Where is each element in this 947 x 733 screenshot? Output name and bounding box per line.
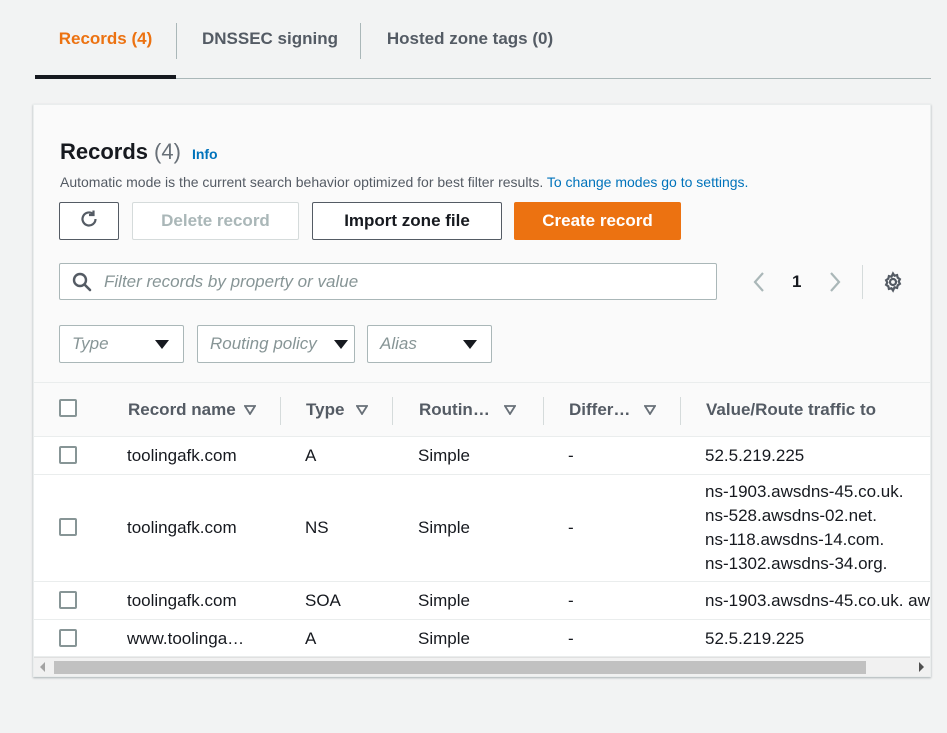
- table-row[interactable]: toolingafk.com SOA Simple - ns-1903.awsd…: [34, 582, 930, 620]
- page-number[interactable]: 1: [792, 271, 801, 293]
- column-divider: [543, 397, 544, 425]
- column-label: Record name: [128, 400, 236, 419]
- caret-down-icon: [463, 340, 477, 349]
- value-cell: 52.5.219.225: [705, 629, 805, 648]
- value-line: ns-1302.awsdns-34.org.: [705, 554, 888, 573]
- row-checkbox[interactable]: [59, 591, 77, 609]
- tab-dnssec-signing[interactable]: DNSSEC signing: [185, 0, 355, 78]
- differentiator-cell: -: [568, 446, 574, 465]
- record-type-cell: A: [305, 629, 317, 648]
- sort-icon: [503, 405, 516, 415]
- column-header-type[interactable]: Type: [306, 383, 369, 437]
- search-icon: [60, 264, 104, 299]
- routing-policy-cell: Simple: [418, 591, 470, 610]
- differentiator-cell: -: [568, 629, 574, 648]
- tab-bar: Records (4) DNSSEC signing Hosted zone t…: [35, 0, 931, 79]
- record-type-cell: NS: [305, 518, 329, 537]
- record-type-cell: A: [305, 446, 317, 465]
- delete-record-button[interactable]: Delete record: [132, 202, 299, 240]
- pager-divider: [862, 265, 863, 299]
- caret-down-icon: [155, 340, 169, 349]
- row-checkbox[interactable]: [59, 518, 77, 536]
- row-checkbox[interactable]: [59, 446, 77, 464]
- refresh-icon: [78, 208, 100, 235]
- column-label: Value/Route traffic to: [706, 400, 877, 419]
- record-name-cell: toolingafk.com: [127, 591, 237, 610]
- routing-policy-filter-label: Routing policy: [210, 334, 317, 353]
- value-line: ns-1903.awsdns-45.co.uk.: [705, 482, 904, 501]
- tab-divider: [176, 23, 177, 59]
- record-type-cell: SOA: [305, 591, 341, 610]
- column-label: Differ…: [569, 400, 631, 419]
- search-box: [59, 263, 717, 300]
- scroll-left-icon[interactable]: [40, 662, 45, 672]
- panel-description: Automatic mode is the current search beh…: [60, 174, 748, 190]
- scrollbar-thumb[interactable]: [54, 661, 866, 674]
- value-cell: ns-1903.awsdns-45.co.uk. ns-528.awsdns-0…: [705, 480, 903, 576]
- tab-hosted-zone-tags[interactable]: Hosted zone tags (0): [365, 0, 575, 78]
- record-name-cell: toolingafk.com: [127, 518, 237, 537]
- table-row[interactable]: toolingafk.com NS Simple - ns-1903.awsdn…: [34, 475, 930, 582]
- refresh-button[interactable]: [59, 202, 119, 240]
- records-panel: Records (4) Info Automatic mode is the c…: [33, 104, 931, 677]
- chevron-right-icon[interactable]: [828, 271, 842, 293]
- create-record-button[interactable]: Create record: [514, 202, 681, 240]
- import-zone-file-button[interactable]: Import zone file: [312, 202, 502, 240]
- description-text: Automatic mode is the current search beh…: [60, 174, 547, 190]
- horizontal-scrollbar[interactable]: [34, 657, 930, 676]
- sort-icon: [644, 405, 657, 415]
- alias-filter-select[interactable]: Alias: [367, 325, 492, 363]
- value-line: ns-528.awsdns-02.net.: [705, 506, 877, 525]
- table-row[interactable]: www.toolinga… A Simple - 52.5.219.225: [34, 620, 930, 657]
- sort-icon: [243, 405, 256, 415]
- search-input[interactable]: [104, 271, 716, 292]
- caret-down-icon: [334, 340, 348, 349]
- chevron-left-icon[interactable]: [752, 271, 766, 293]
- column-header-routing-policy[interactable]: Routin…: [419, 383, 516, 437]
- gear-icon[interactable]: [882, 271, 904, 293]
- column-header-record-name[interactable]: Record name: [128, 383, 256, 437]
- differentiator-cell: -: [568, 591, 574, 610]
- record-name-cell: www.toolinga…: [127, 629, 245, 648]
- column-divider: [680, 397, 681, 425]
- record-count: (4): [154, 139, 181, 164]
- routing-policy-cell: Simple: [418, 629, 470, 648]
- tab-records[interactable]: Records (4): [35, 0, 176, 79]
- type-filter-select[interactable]: Type: [59, 325, 184, 363]
- info-link[interactable]: Info: [192, 146, 218, 162]
- column-header-differentiator[interactable]: Differ…: [569, 383, 657, 437]
- value-line: ns-118.awsdns-14.com.: [705, 530, 885, 549]
- column-label: Type: [306, 400, 345, 419]
- alias-filter-label: Alias: [380, 334, 417, 353]
- select-all-checkbox[interactable]: [59, 399, 77, 417]
- sort-icon: [356, 405, 369, 415]
- panel-header: Records (4) Info: [60, 139, 218, 165]
- type-filter-label: Type: [72, 334, 109, 353]
- routing-policy-cell: Simple: [418, 446, 470, 465]
- column-header-value[interactable]: Value/Route traffic to: [706, 383, 876, 437]
- table-header: Record name Type Routin… Differ… Value/R…: [34, 382, 930, 437]
- column-label: Routin…: [419, 400, 490, 419]
- differentiator-cell: -: [568, 518, 574, 537]
- column-divider: [392, 397, 393, 425]
- value-cell: ns-1903.awsdns-45.co.uk. aw: [705, 591, 930, 610]
- scroll-right-icon[interactable]: [919, 662, 924, 672]
- record-name-cell: toolingafk.com: [127, 446, 237, 465]
- table-row[interactable]: toolingafk.com A Simple - 52.5.219.225: [34, 437, 930, 475]
- panel-title: Records: [60, 139, 149, 164]
- tab-divider: [360, 23, 361, 59]
- routing-policy-cell: Simple: [418, 518, 470, 537]
- settings-link[interactable]: To change modes go to settings.: [547, 174, 749, 190]
- column-divider: [280, 397, 281, 425]
- value-cell: 52.5.219.225: [705, 446, 805, 465]
- row-checkbox[interactable]: [59, 629, 77, 647]
- routing-policy-filter-select[interactable]: Routing policy: [197, 325, 355, 363]
